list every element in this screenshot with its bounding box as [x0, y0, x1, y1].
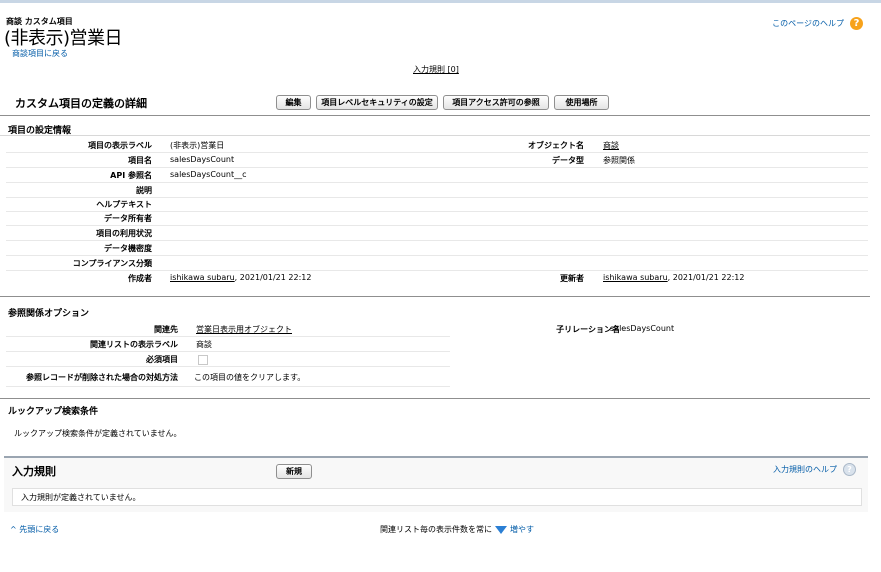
where-used-button[interactable]: 使用場所 [554, 95, 609, 110]
table-row: ヘルプテキスト [6, 197, 868, 212]
table-row: 関連リストの表示ラベル 商談 [6, 337, 450, 352]
top-border [0, 0, 881, 3]
page-help[interactable]: このページのヘルプ ? [772, 17, 863, 30]
field-label-label: 項目の表示ラベル [88, 141, 152, 150]
table-row: API 参照名 salesDaysCount__c [6, 168, 868, 183]
table-row: 参照レコードが削除された場合の対処方法 この項目の値をクリアします。 [6, 370, 450, 387]
help-question-icon[interactable]: ? [843, 463, 856, 476]
new-rule-button[interactable]: 新規 [276, 464, 312, 479]
table-row: 項目の表示ラベル (非表示)営業日 オブジェクト名 商談 [6, 138, 868, 153]
api-name-value: salesDaysCount__c [170, 170, 247, 179]
created-date: , 2021/01/21 22:12 [234, 273, 312, 282]
detail-title: カスタム項目の定義の詳細 [15, 97, 147, 110]
api-name-label: API 参照名 [110, 171, 152, 180]
on-delete-label: 参照レコードが削除された場合の対処方法 [26, 373, 178, 382]
object-name-link[interactable]: 商談 [603, 140, 619, 151]
data-type-label: データ型 [552, 156, 584, 165]
field-label-value: (非表示)営業日 [170, 141, 225, 150]
table-row: データ所有者 [6, 211, 868, 226]
required-label: 必須項目 [146, 355, 178, 364]
related-to-link[interactable]: 営業日表示用オブジェクト [196, 324, 292, 335]
table-row: 作成者 ishikawa subaru, 2021/01/21 22:12 更新… [6, 271, 868, 285]
modified-by-value: ishikawa subaru, 2021/01/21 22:12 [603, 273, 744, 282]
related-list-label: 関連リストの表示ラベル [90, 340, 178, 349]
detail-header: カスタム項目の定義の詳細 編集 項目レベルセキュリティの設定 項目アクセス許可の… [0, 87, 870, 116]
table-row: コンプライアンス分類 [6, 256, 868, 271]
modified-date: , 2021/01/21 22:12 [667, 273, 745, 282]
caret-up-icon: ^ [10, 525, 20, 534]
divider [0, 398, 870, 399]
object-name-label: オブジェクト名 [528, 141, 584, 150]
related-to-label: 関連先 [154, 325, 178, 334]
lookup-filter-empty: ルックアップ検索条件が定義されていません。 [14, 429, 182, 438]
field-access-button[interactable]: 項目アクセス許可の参照 [443, 95, 549, 110]
field-usage-label: 項目の利用状況 [96, 229, 152, 238]
help-text-label: ヘルプテキスト [96, 200, 152, 209]
related-list-value: 商談 [196, 340, 212, 349]
required-checkbox [198, 355, 208, 365]
child-relationship-value: salesDaysCount [610, 324, 675, 333]
modified-by-label: 更新者 [560, 274, 584, 283]
created-by-value: ishikawa subaru, 2021/01/21 22:12 [170, 273, 311, 282]
on-delete-value: この項目の値をクリアします。 [194, 373, 306, 382]
back-to-top-label[interactable]: 先頭に戻る [19, 525, 59, 534]
description-label: 説明 [136, 186, 152, 195]
modified-by-user-link[interactable]: ishikawa subaru [603, 273, 668, 282]
table-row: 説明 [6, 183, 868, 198]
data-owner-label: データ所有者 [104, 214, 152, 223]
table-row: データ機密度 [6, 241, 868, 256]
divider [0, 296, 870, 297]
field-name-value: salesDaysCount [170, 155, 235, 164]
validation-help-link[interactable]: 入力規則のヘルプ [773, 464, 837, 475]
created-by-label: 作成者 [128, 274, 152, 283]
back-to-top-link[interactable]: ^ 先頭に戻る [10, 524, 59, 535]
lookup-filter-section-title: ルックアップ検索条件 [8, 407, 99, 417]
divider [0, 135, 870, 136]
validation-rules-link[interactable]: 入力規則 [0] [413, 64, 459, 75]
field-name-label: 項目名 [128, 156, 152, 165]
table-row: 必須項目 [6, 352, 450, 367]
triangle-down-icon[interactable] [495, 525, 507, 534]
table-row: 関連先 営業日表示用オブジェクト [6, 322, 450, 337]
increase-link[interactable]: 増やす [510, 524, 534, 535]
validation-rules-empty: 入力規則が定義されていません。 [12, 488, 862, 506]
related-list-text: 関連リスト毎の表示件数を常に [380, 525, 492, 534]
field-security-button[interactable]: 項目レベルセキュリティの設定 [316, 95, 438, 110]
compliance-label: コンプライアンス分類 [72, 259, 152, 268]
data-type-value: 参照関係 [603, 156, 635, 165]
created-by-user-link[interactable]: ishikawa subaru [170, 273, 235, 282]
related-list-display: 関連リスト毎の表示件数を常に 増やす [380, 524, 534, 535]
edit-button[interactable]: 編集 [276, 95, 311, 110]
validation-rules-title: 入力規則 [12, 465, 56, 478]
page-title: (非表示)営業日 [4, 28, 123, 49]
child-relationship-label: 子リレーション名 [556, 325, 620, 334]
data-sensitivity-label: データ機密度 [104, 244, 152, 253]
table-row: 項目名 salesDaysCount データ型 参照関係 [6, 153, 868, 168]
validation-help[interactable]: 入力規則のヘルプ ? [773, 463, 856, 476]
page-help-link[interactable]: このページのヘルプ [772, 18, 844, 29]
help-question-icon[interactable]: ? [850, 17, 863, 30]
table-row: 項目の利用状況 [6, 226, 868, 241]
back-to-fields-link[interactable]: 商談項目に戻る [12, 48, 68, 59]
validation-rules-related-list: 入力規則 新規 入力規則のヘルプ ? 入力規則が定義されていません。 [4, 456, 868, 512]
lookup-options-section-title: 参照関係オプション [8, 309, 90, 319]
